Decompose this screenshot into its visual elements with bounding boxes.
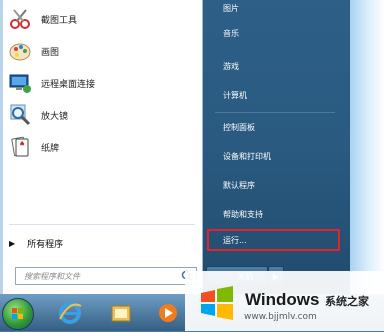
program-item-magnifier[interactable]: 放大镜 (7, 100, 197, 130)
search-placeholder: 搜索程序和文件 (24, 271, 80, 281)
right-item-label: 设备和打印机 (223, 151, 271, 161)
program-label: 画图 (41, 47, 60, 58)
right-item-label: 音乐 (223, 28, 239, 38)
cards-icon: ♠ (7, 134, 33, 160)
right-item-help-support[interactable]: 帮助和支持 (209, 203, 337, 225)
right-item-label: 计算机 (223, 90, 247, 100)
taskbar-media-player[interactable] (150, 298, 186, 328)
right-pane-separator (215, 112, 335, 113)
paint-palette-icon (7, 38, 33, 64)
watermark-brand: Windows (245, 290, 320, 309)
right-item-control-panel[interactable]: 控制面板 (209, 116, 337, 138)
right-item-default-programs[interactable]: 默认程序 (209, 174, 337, 196)
program-item-remote-desktop[interactable]: 远程桌面连接 (7, 68, 197, 98)
program-item-solitaire[interactable]: ♠ 纸牌 (7, 132, 197, 162)
media-player-icon (159, 304, 177, 322)
start-menu: 截图工具 画图 远程桌面连接 放大镜 ♠ 纸牌 ▶ 所有程序 搜索程序和文件 图… (0, 0, 350, 294)
svg-text:♠: ♠ (19, 140, 25, 148)
program-label: 截图工具 (41, 15, 78, 26)
windows-flag-logo (201, 286, 233, 320)
remote-desktop-icon (7, 70, 33, 96)
taskbar-internet-explorer[interactable] (52, 298, 88, 328)
menu-separator (9, 224, 195, 225)
right-item-games[interactable]: 游戏 (209, 55, 337, 77)
program-label: 远程桌面连接 (41, 79, 96, 90)
windows-logo-icon (12, 308, 23, 319)
right-item-run[interactable]: 运行... (207, 229, 340, 251)
right-item-label: 帮助和支持 (223, 209, 263, 219)
program-item-snipping-tool[interactable]: 截图工具 (7, 4, 197, 34)
right-item-label: 运行... (223, 235, 247, 245)
triangle-right-icon: ▶ (9, 238, 16, 248)
watermark-brand-cn: 系统之家 (325, 295, 369, 308)
right-item-label: 控制面板 (223, 122, 255, 132)
start-menu-left-pane: 截图工具 画图 远程桌面连接 放大镜 ♠ 纸牌 ▶ 所有程序 搜索程序和文件 (3, 0, 203, 294)
file-explorer-icon (111, 305, 131, 322)
magnifier-icon (7, 102, 33, 128)
right-item-label: 游戏 (223, 61, 239, 71)
watermark-url: www.bjjmlv.com (244, 312, 317, 322)
right-item-devices-printers[interactable]: 设备和打印机 (209, 145, 337, 167)
internet-explorer-icon (59, 302, 82, 324)
taskbar-file-explorer[interactable] (103, 298, 139, 328)
scissors-icon (7, 6, 33, 32)
program-label: 纸牌 (41, 143, 60, 154)
right-item-pictures[interactable]: 图片 (209, 0, 337, 19)
right-item-music[interactable]: 音乐 (209, 22, 337, 44)
start-orb[interactable] (2, 298, 34, 330)
right-item-label: 默认程序 (223, 180, 255, 190)
program-label: 放大镜 (41, 111, 69, 122)
right-item-computer[interactable]: 计算机 (209, 84, 337, 106)
search-input[interactable]: 搜索程序和文件 (15, 267, 197, 285)
start-menu-right-pane: 图片 音乐 游戏 计算机 控制面板 设备和打印机 默认程序 帮助和支持 运行..… (203, 0, 350, 294)
right-item-label: 图片 (223, 3, 239, 13)
program-item-paint[interactable]: 画图 (7, 36, 197, 66)
all-programs-button[interactable]: ▶ 所有程序 (9, 236, 63, 250)
all-programs-label: 所有程序 (27, 239, 64, 250)
